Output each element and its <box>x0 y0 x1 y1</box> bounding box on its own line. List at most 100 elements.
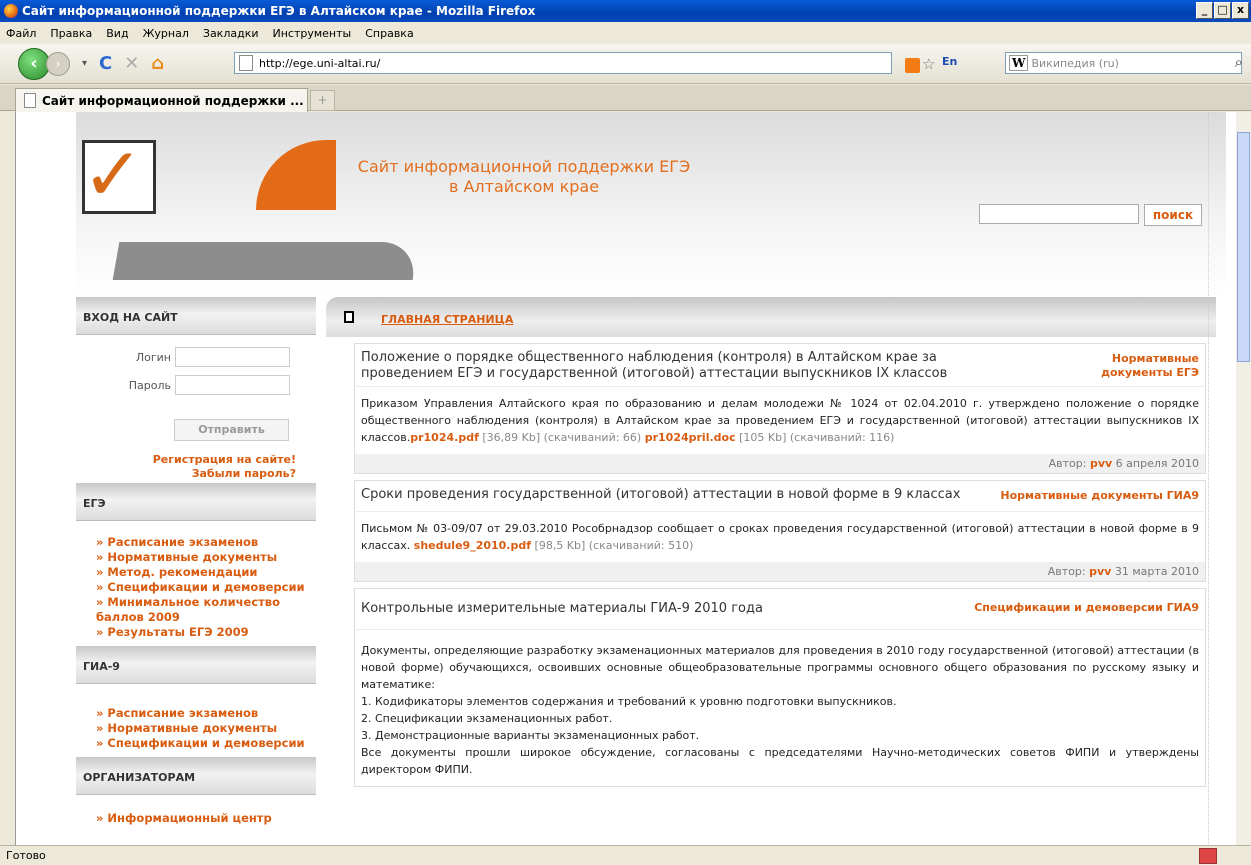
ege-link-schedule[interactable]: » Расписание экзаменов <box>96 535 316 550</box>
article-body: Документы, определяющие разработку экзам… <box>355 629 1205 786</box>
search-icon[interactable]: ⌕ <box>1235 53 1243 71</box>
window-titlebar: Сайт информационной поддержки ЕГЭ в Алта… <box>0 0 1251 22</box>
article-category[interactable]: Спецификации и демоверсии ГИА9 <box>974 601 1199 615</box>
tab-title: Сайт информационной поддержки ... <box>42 93 304 108</box>
register-link[interactable]: Регистрация на сайте! <box>76 453 296 467</box>
ege-menu: » Расписание экзаменов » Нормативные док… <box>76 521 316 646</box>
page-icon <box>239 55 253 71</box>
article: Сроки проведения государственной (итогов… <box>354 480 1206 582</box>
author-link[interactable]: pvv <box>1090 457 1112 470</box>
search-engine-box[interactable]: W Википедия (ru) ⌕ <box>1005 52 1243 74</box>
forward-button[interactable]: › <box>46 51 70 76</box>
login-form: Логин Пароль Отправить Регистрация на са… <box>76 335 316 483</box>
article-paragraph: Все документы прошли широкое обсуждение,… <box>361 746 1199 776</box>
site-title-line1: Сайт информационной поддержки ЕГЭ <box>357 157 691 176</box>
article-category[interactable]: Нормативные документы ГИА9 <box>1000 489 1199 503</box>
bookmark-star-icon[interactable]: ☆ <box>922 55 935 73</box>
home-icon[interactable]: ⌂ <box>151 53 164 74</box>
article-title[interactable]: Сроки проведения государственной (итогов… <box>361 487 981 503</box>
rss-icon[interactable] <box>905 58 920 73</box>
password-label: Пароль <box>128 378 171 392</box>
menu-view[interactable]: Вид <box>106 27 128 40</box>
org-link-infocenter[interactable]: » Информационный центр <box>96 811 316 826</box>
article-title[interactable]: Положение о порядке общественного наблюд… <box>361 350 981 382</box>
article-paragraph: 3. Демонстрационные варианты экзаменацио… <box>361 729 700 742</box>
scrollbar-thumb[interactable] <box>1237 132 1250 362</box>
menu-bookmarks[interactable]: Закладки <box>203 27 259 40</box>
tab-bar: Сайт информационной поддержки ... + <box>0 85 1251 112</box>
browser-window: Сайт информационной поддержки ЕГЭ в Алта… <box>0 0 1251 865</box>
status-text: Готово <box>6 849 46 862</box>
ege-link-normative[interactable]: » Нормативные документы <box>96 550 316 565</box>
article-paragraph: 1. Кодификаторы элементов содержания и т… <box>361 695 897 708</box>
reload-icon[interactable]: C <box>99 53 112 74</box>
history-dropdown-icon[interactable]: ▾ <box>82 58 87 69</box>
article-date: 6 апреля 2010 <box>1112 457 1199 470</box>
firefox-icon <box>4 4 18 18</box>
article-category[interactable]: Нормативные документы ЕГЭ <box>1059 352 1199 380</box>
file-link[interactable]: shedule9_2010.pdf <box>414 539 531 552</box>
gia-heading: ГИА-9 <box>76 646 316 684</box>
site-title-line2: в Алтайском крае <box>448 177 600 196</box>
page-viewport: ✓ Сайт информационной поддержки ЕГЭ в Ал… <box>15 112 1236 845</box>
login-label: Логин <box>135 350 171 364</box>
site-search-input[interactable] <box>979 204 1139 224</box>
stop-icon[interactable]: ✕ <box>124 53 139 74</box>
article: Контрольные измерительные материалы ГИА-… <box>354 588 1206 787</box>
menu-file[interactable]: Файл <box>6 27 36 40</box>
search-engine-placeholder: Википедия (ru) <box>1031 56 1119 70</box>
org-heading: ОРГАНИЗАТОРАМ <box>76 757 316 795</box>
org-menu: » Информационный центр <box>76 795 316 826</box>
site-header: ✓ Сайт информационной поддержки ЕГЭ в Ал… <box>76 112 1226 297</box>
file-link[interactable]: pr1024pril.doc <box>645 431 736 444</box>
sidebar: ВХОД НА САЙТ Логин Пароль Отправить Реги… <box>76 297 316 845</box>
maximize-button[interactable]: □ <box>1214 2 1231 19</box>
password-input[interactable] <box>175 375 290 395</box>
gia-link-schedule[interactable]: » Расписание экзаменов <box>96 706 316 721</box>
wikipedia-icon[interactable]: W <box>1009 55 1029 71</box>
breadcrumb-home-link[interactable]: ГЛАВНАЯ СТРАНИЦА <box>381 313 513 326</box>
login-heading: ВХОД НА САЙТ <box>76 297 316 335</box>
close-button[interactable]: x <box>1232 2 1249 19</box>
site-search-button[interactable]: поиск <box>1144 204 1202 226</box>
header-grey-decoration <box>112 242 420 280</box>
file-meta: [36,89 Kb] (скачиваний: 66) <box>478 431 645 444</box>
file-meta: [105 Kb] (скачиваний: 116) <box>735 431 895 444</box>
article-paragraph: 2. Спецификации экзаменационных работ. <box>361 712 613 725</box>
author-link[interactable]: pvv <box>1089 565 1111 578</box>
gia-link-specs[interactable]: » Спецификации и демоверсии <box>96 736 316 751</box>
menu-history[interactable]: Журнал <box>143 27 189 40</box>
file-meta: [98,5 Kb] (скачиваний: 510) <box>531 539 694 552</box>
url-text: http://ege.uni-altai.ru/ <box>259 56 381 70</box>
ege-link-method[interactable]: » Метод. рекомендации <box>96 565 316 580</box>
minimize-button[interactable]: _ <box>1196 2 1213 19</box>
ege-link-specs[interactable]: » Спецификации и демоверсии <box>96 580 316 595</box>
vertical-scrollbar[interactable] <box>1236 112 1251 845</box>
menu-edit[interactable]: Правка <box>50 27 92 40</box>
forgot-password-link[interactable]: Забыли пароль? <box>76 467 296 481</box>
login-input[interactable] <box>175 347 290 367</box>
ege-link-results[interactable]: » Результаты ЕГЭ 2009 <box>96 625 316 640</box>
login-submit-button[interactable]: Отправить <box>174 419 289 441</box>
article-body: Приказом Управления Алтайского края по о… <box>355 386 1205 454</box>
menu-help[interactable]: Справка <box>365 27 413 40</box>
tab-active[interactable]: Сайт информационной поддержки ... <box>15 88 308 112</box>
file-link[interactable]: pr1024.pdf <box>410 431 479 444</box>
article-body: Письмом № 03-09/07 от 29.03.2010 Рособрн… <box>355 511 1205 562</box>
language-indicator[interactable]: En <box>942 55 957 68</box>
ege-link-minimum[interactable]: » Минимальное количество баллов 2009 <box>96 595 316 625</box>
status-addon-icon[interactable] <box>1199 848 1217 864</box>
breadcrumb: ГЛАВНАЯ СТРАНИЦА <box>326 297 1216 337</box>
logo-checkmark-icon: ✓ <box>82 132 145 218</box>
new-tab-button[interactable]: + <box>310 90 335 111</box>
menu-tools[interactable]: Инструменты <box>273 27 352 40</box>
article-title[interactable]: Контрольные измерительные материалы ГИА-… <box>361 601 981 617</box>
window-title: Сайт информационной поддержки ЕГЭ в Алта… <box>22 4 536 18</box>
menu-bar: Файл Правка Вид Журнал Закладки Инструме… <box>0 22 1251 44</box>
gia-link-normative[interactable]: » Нормативные документы <box>96 721 316 736</box>
gia-menu: » Расписание экзаменов » Нормативные док… <box>76 684 316 757</box>
page-border <box>1208 112 1210 845</box>
url-bar[interactable]: http://ege.uni-altai.ru/ <box>234 52 892 74</box>
website: ✓ Сайт информационной поддержки ЕГЭ в Ал… <box>76 112 1226 845</box>
article-paragraph: Документы, определяющие разработку экзам… <box>361 644 1199 691</box>
